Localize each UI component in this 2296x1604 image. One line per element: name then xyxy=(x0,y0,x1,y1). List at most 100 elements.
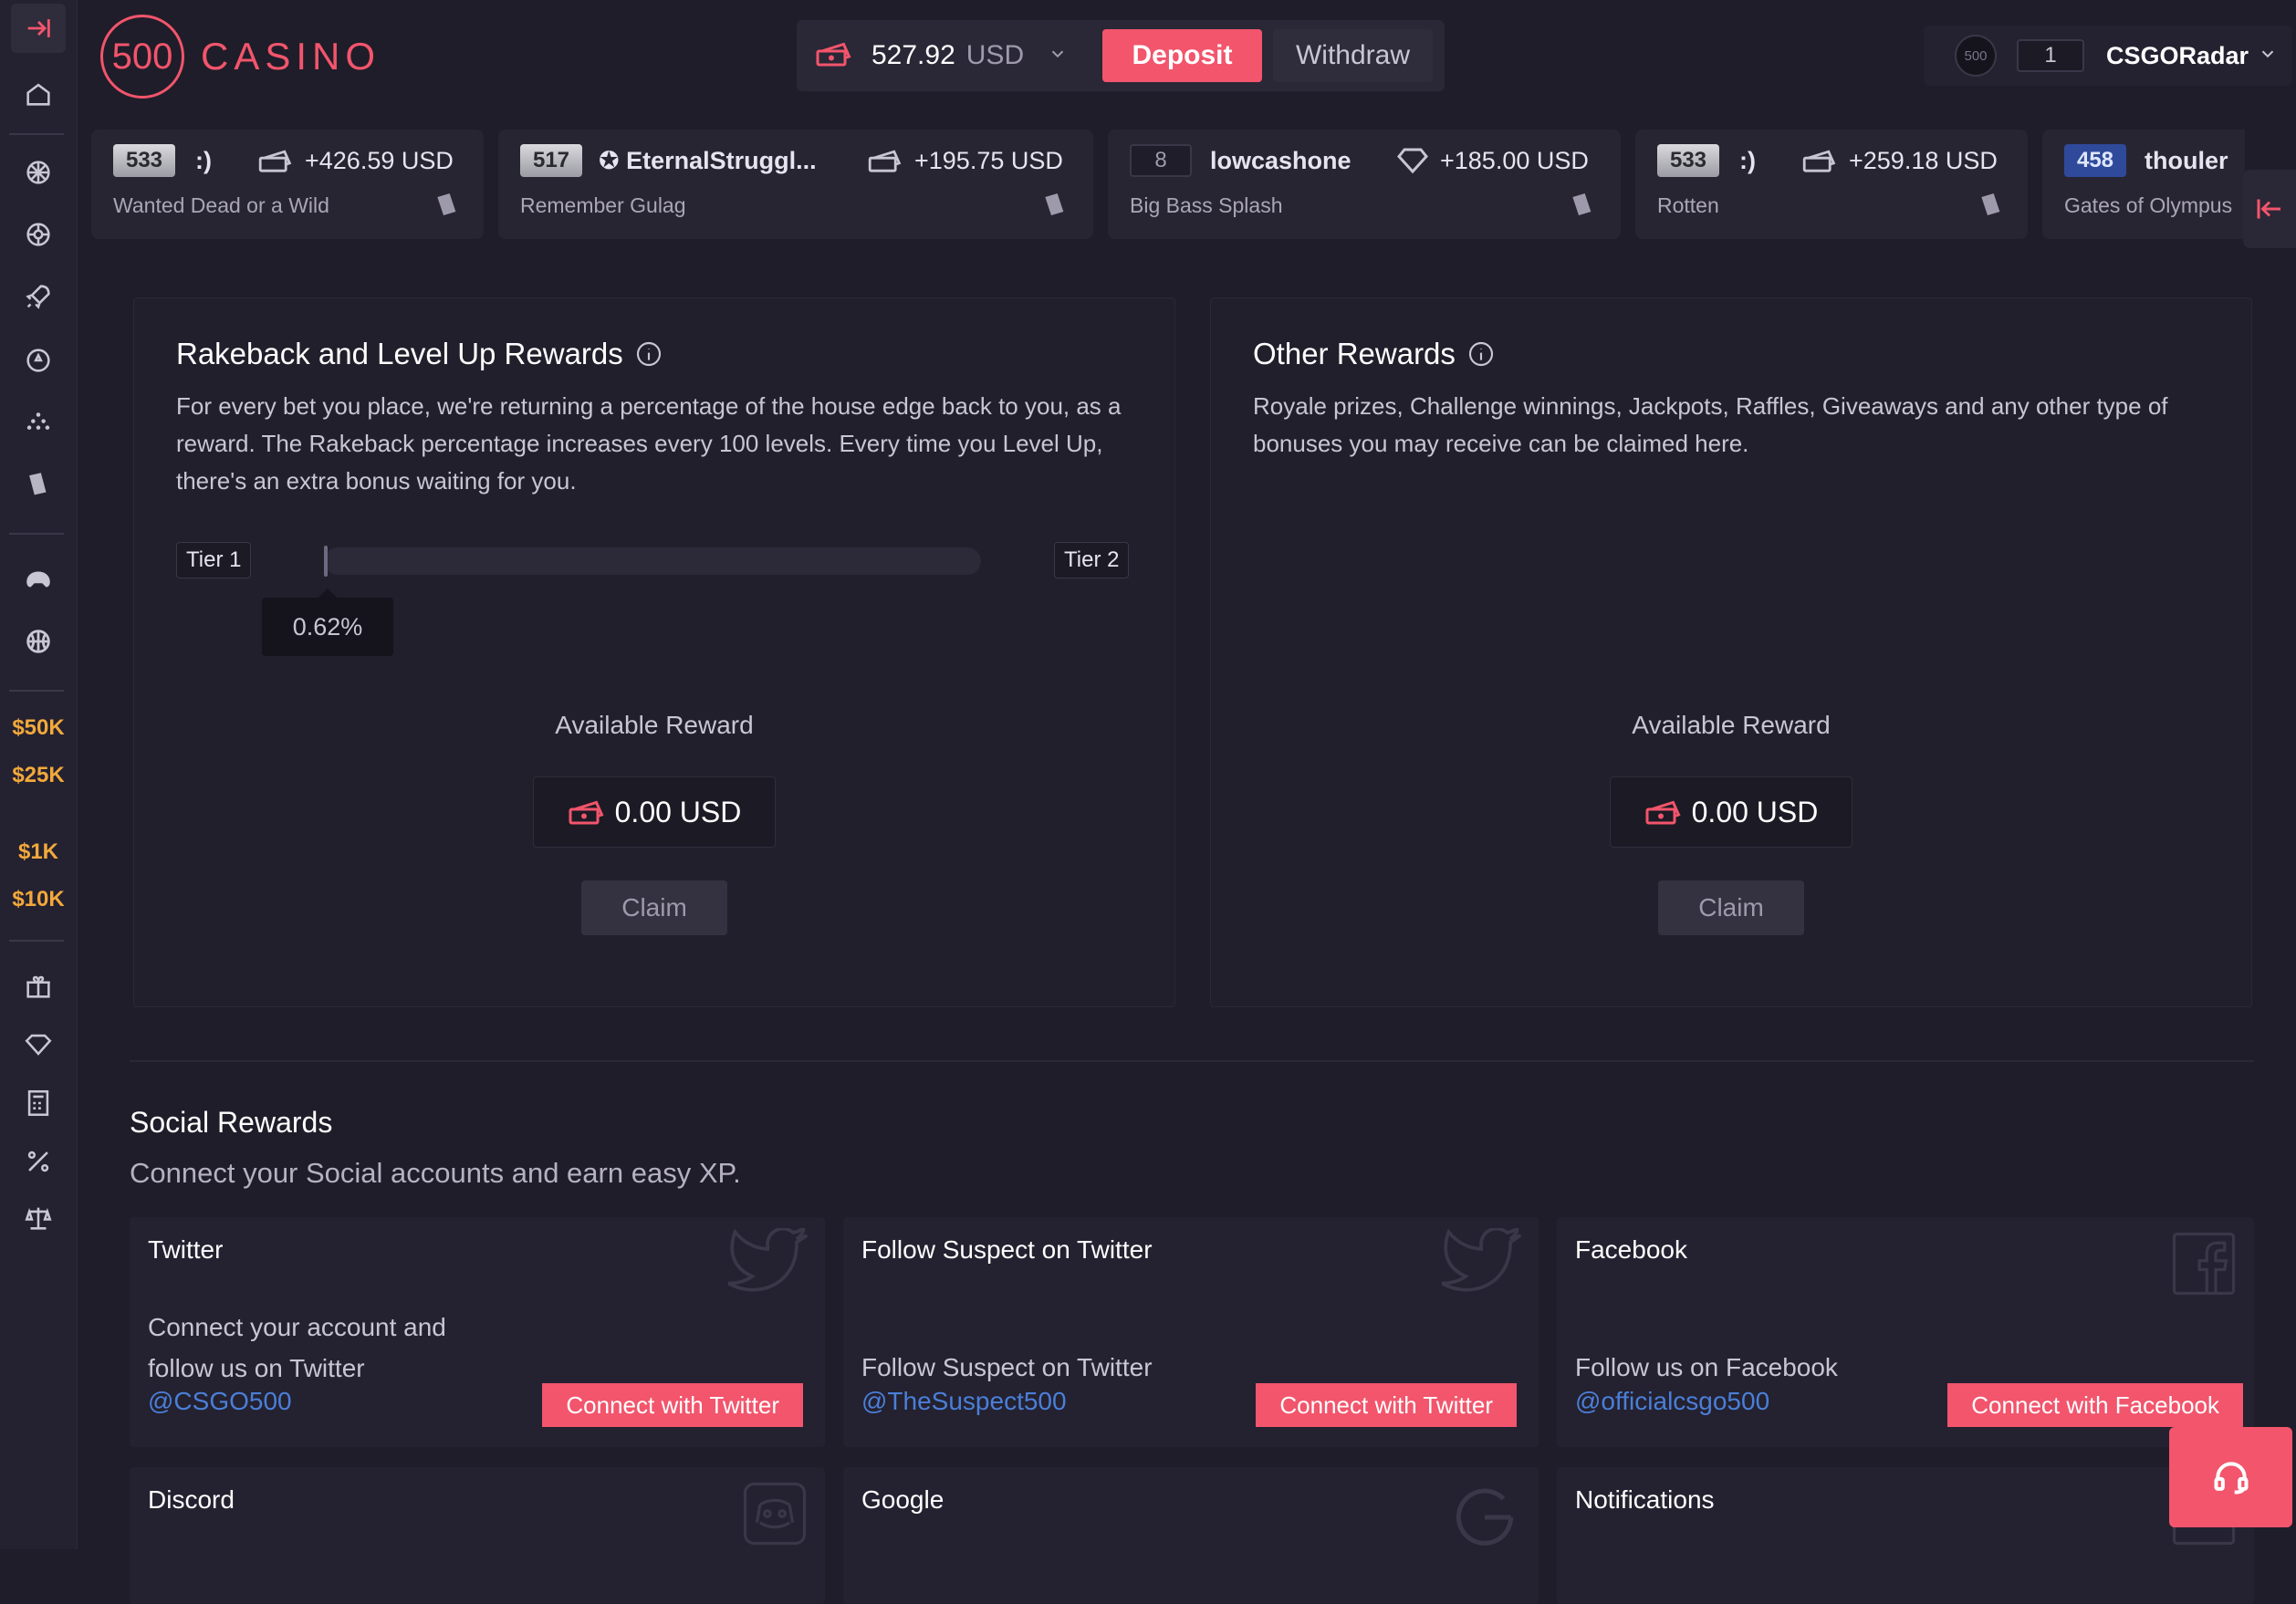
collapse-sidebar-button[interactable] xyxy=(11,4,66,53)
available-reward-amount: 0.00 USD xyxy=(1610,776,1852,848)
cash-icon xyxy=(568,798,606,826)
crash-button[interactable] xyxy=(11,272,66,321)
available-reward-label: Available Reward xyxy=(1632,711,1831,739)
win-amount: +195.75 USD xyxy=(867,144,1063,177)
win-game-name: Remember Gulag xyxy=(520,193,686,217)
sports-button[interactable] xyxy=(11,617,66,666)
cards-icon xyxy=(433,190,462,224)
roulette-button[interactable] xyxy=(11,148,66,197)
win-card[interactable]: 8 lowcashone +185.00 USD Big Bass Splash xyxy=(1108,130,1621,239)
cash-icon xyxy=(815,40,853,72)
social-card-handle[interactable]: @officialcsgo500 xyxy=(1575,1387,1769,1416)
win-amount-value: +259.18 USD xyxy=(1849,146,1998,174)
esports-icon xyxy=(26,571,50,588)
win-card[interactable]: 533 :) +426.59 USD Wanted Dead or a Wild xyxy=(91,130,484,239)
rakeback-panel: Rakeback and Level Up Rewards For every … xyxy=(133,297,1175,1007)
chevron-down-icon[interactable] xyxy=(2258,44,2278,68)
win-username: :) xyxy=(195,146,212,174)
jackpot-25k[interactable]: $25K xyxy=(0,763,77,788)
cards-icon xyxy=(29,473,47,495)
win-game-name: Wanted Dead or a Wild xyxy=(113,193,329,217)
cards-icon xyxy=(1040,190,1070,224)
rakeback-progress-bar xyxy=(324,547,981,575)
withdraw-button[interactable]: Withdraw xyxy=(1273,29,1433,82)
win-amount: +426.59 USD xyxy=(257,144,454,177)
username[interactable]: CSGORadar xyxy=(2106,42,2249,70)
collapse-icon xyxy=(2257,199,2280,219)
sidebar-divider xyxy=(9,690,64,692)
win-username: ✪ EternalStruggl... xyxy=(599,146,817,174)
tier-to-badge: Tier 2 xyxy=(1054,542,1130,578)
win-card[interactable]: 533 :) +259.18 USD Rotten xyxy=(1635,130,2028,239)
connect-twitter-button[interactable]: Connect with Twitter xyxy=(542,1383,803,1427)
rewards-button[interactable] xyxy=(11,962,66,1011)
dice-icon xyxy=(26,349,50,372)
sidebar-divider xyxy=(9,133,64,135)
cards-button[interactable] xyxy=(11,460,66,509)
social-card-title: Google xyxy=(861,1485,944,1514)
avatar[interactable]: 500 xyxy=(1955,35,1997,77)
jackpot-1k[interactable]: $1K xyxy=(0,839,77,865)
win-amount-value: +426.59 USD xyxy=(305,146,454,174)
wallet-balance[interactable]: 527.92 xyxy=(871,40,955,71)
cash-icon xyxy=(1644,798,1683,826)
site-logo[interactable]: 500 CASINO xyxy=(100,13,381,100)
social-card-description: Connect your account and follow us on Tw… xyxy=(148,1313,446,1382)
win-card[interactable]: 458 thouler Gates of Olympus xyxy=(2042,130,2245,239)
user-level-badge: 517 xyxy=(520,144,582,177)
win-username: thouler xyxy=(2145,146,2228,174)
wallet-bar: 527.92 USD Deposit Withdraw xyxy=(797,20,1445,91)
twitter-icon xyxy=(721,1225,810,1302)
social-card-handle[interactable]: @CSGO500 xyxy=(148,1387,292,1416)
scales-icon xyxy=(25,1207,52,1230)
other-rewards-title: Other Rewards xyxy=(1253,337,1496,371)
gift-icon xyxy=(26,975,50,998)
chevron-down-icon[interactable] xyxy=(1048,44,1068,68)
social-card-handle[interactable]: @TheSuspect500 xyxy=(861,1387,1067,1416)
claim-rakeback-button[interactable]: Claim xyxy=(581,880,727,935)
connect-twitter-suspect-button[interactable]: Connect with Twitter xyxy=(1256,1383,1517,1427)
claim-other-rewards-button[interactable]: Claim xyxy=(1658,880,1804,935)
calculator-icon xyxy=(27,1089,49,1117)
roulette-icon xyxy=(26,161,50,184)
wallet-currency[interactable]: USD xyxy=(966,40,1024,71)
jackpot-10k[interactable]: $10K xyxy=(0,887,77,912)
info-icon[interactable] xyxy=(634,339,663,369)
user-menu[interactable]: 500 1 CSGORadar xyxy=(1924,26,2292,86)
win-card[interactable]: 517 ✪ EternalStruggl... +195.75 USD Reme… xyxy=(498,130,1093,239)
fairness-button[interactable] xyxy=(11,1193,66,1243)
win-game-name: Big Bass Splash xyxy=(1130,193,1283,217)
deposit-button[interactable]: Deposit xyxy=(1102,29,1262,82)
support-chat-button[interactable] xyxy=(2169,1427,2292,1527)
win-game-name: Rotten xyxy=(1657,193,1719,217)
calculator-button[interactable] xyxy=(11,1078,66,1128)
collapse-chat-button[interactable] xyxy=(2243,170,2296,248)
rakeback-description: For every bet you place, we're returning… xyxy=(176,392,1122,495)
rocket-icon xyxy=(26,285,50,309)
live-wins-feed: 533 :) +426.59 USD Wanted Dead or a Wild… xyxy=(91,130,2245,241)
other-rewards-panel: Other Rewards Royale prizes, Challenge w… xyxy=(1210,297,2252,1007)
esports-button[interactable] xyxy=(11,555,66,604)
plinko-icon xyxy=(26,412,50,430)
vip-button[interactable] xyxy=(11,1020,66,1069)
social-card-follow-suspect: Follow Suspect on Twitter Follow Suspect… xyxy=(843,1217,1539,1447)
social-rewards-subtitle: Connect your Social accounts and earn ea… xyxy=(130,1157,741,1189)
win-username: lowcashone xyxy=(1210,146,1352,174)
tier-from-badge: Tier 1 xyxy=(176,542,252,578)
wheel-button[interactable] xyxy=(11,210,66,259)
info-icon[interactable] xyxy=(1466,339,1496,369)
jackpot-50k[interactable]: $50K xyxy=(0,715,77,741)
available-reward-value: 0.00 USD xyxy=(1691,795,1819,828)
plinko-button[interactable] xyxy=(11,398,66,447)
home-icon xyxy=(26,83,50,106)
affiliates-button[interactable] xyxy=(11,1137,66,1186)
dice-button[interactable] xyxy=(11,336,66,385)
wheel-icon xyxy=(26,223,50,246)
discord-icon xyxy=(739,1478,810,1554)
cash-icon xyxy=(1801,148,1838,173)
sidebar-divider xyxy=(9,940,64,942)
connect-facebook-button[interactable]: Connect with Facebook xyxy=(1947,1383,2243,1427)
user-level-badge: 8 xyxy=(1130,144,1192,177)
home-button[interactable] xyxy=(11,69,66,119)
win-amount: +259.18 USD xyxy=(1801,144,1998,177)
